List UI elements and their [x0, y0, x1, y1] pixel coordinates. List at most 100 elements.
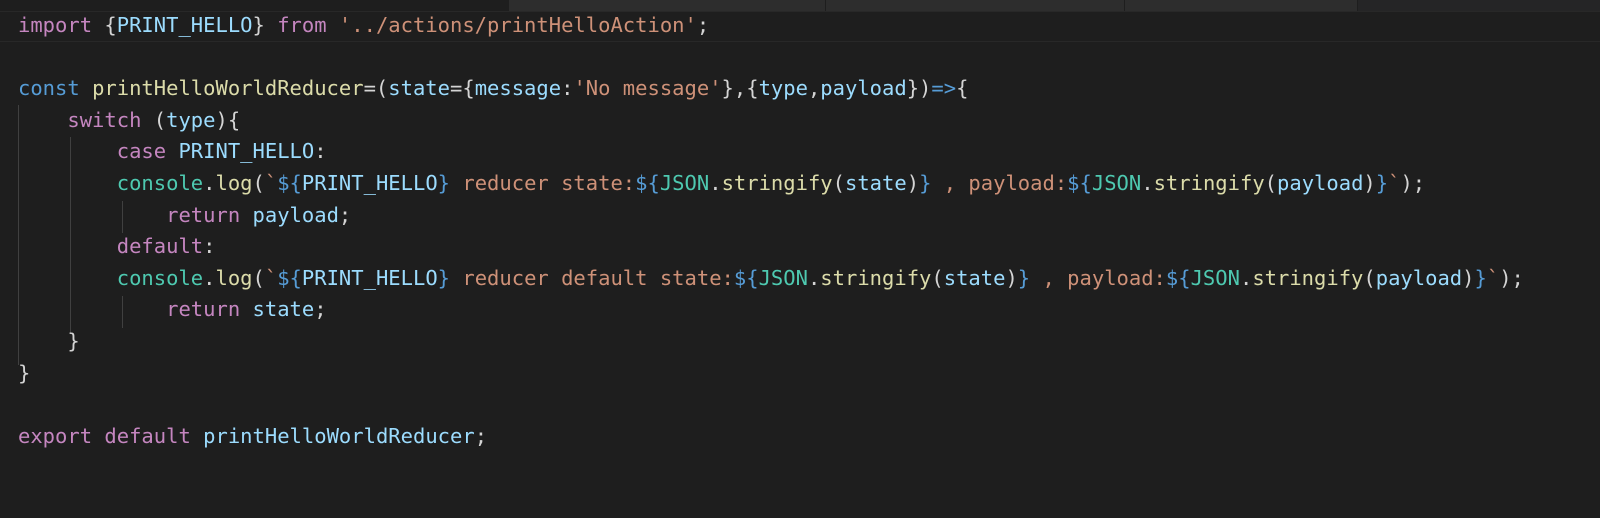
- code-line[interactable]: export default printHelloWorldReducer;: [18, 421, 1524, 453]
- code-token: stringify: [1252, 265, 1364, 290]
- code-token: state: [845, 170, 907, 195]
- code-token: '../actions/printHelloAction': [338, 13, 697, 37]
- code-token: ={: [450, 76, 475, 101]
- code-line[interactable]: import {PRINT_HELLO} from '../actions/pr…: [18, 10, 1524, 42]
- code-token: :: [561, 76, 574, 101]
- code-line[interactable]: default:: [18, 231, 1524, 263]
- code-token: {: [956, 76, 969, 101]
- code-token: .: [1239, 265, 1253, 290]
- code-token: }: [18, 328, 80, 353]
- code-token: default: [104, 423, 191, 448]
- code-token: type: [758, 76, 808, 101]
- code-token: (: [252, 170, 265, 195]
- code-token: );: [1499, 265, 1524, 290]
- code-token: }: [437, 265, 451, 290]
- code-token: ): [1005, 265, 1018, 290]
- code-token: ): [1363, 170, 1376, 195]
- code-token: {: [92, 13, 117, 37]
- code-token: =(: [363, 76, 389, 101]
- code-token: `: [264, 265, 278, 290]
- code-token: (: [931, 265, 944, 290]
- code-token: :: [203, 234, 216, 259]
- code-token: switch: [67, 107, 142, 132]
- code-token: state: [388, 76, 450, 101]
- code-token: state: [943, 265, 1006, 290]
- code-token: ${: [1165, 265, 1191, 290]
- code-token: }: [1474, 265, 1487, 290]
- code-token: ,: [807, 76, 821, 101]
- code-token: );: [1400, 170, 1426, 195]
- code-token: (: [141, 107, 167, 132]
- code-token: ): [906, 170, 920, 195]
- code-token: ${: [1067, 170, 1092, 195]
- code-token: payload: [1277, 170, 1364, 195]
- code-token: reducer default state:: [450, 265, 734, 290]
- code-token: }: [252, 13, 278, 37]
- code-token: payload: [252, 202, 339, 227]
- code-token: `: [1486, 265, 1500, 290]
- code-token: ): [1462, 265, 1475, 290]
- code-token: message: [474, 76, 562, 101]
- code-line[interactable]: }: [18, 326, 1524, 358]
- code-token: ;: [474, 423, 488, 448]
- code-token: }: [919, 170, 932, 195]
- code-line[interactable]: [18, 42, 1524, 74]
- code-token: =>: [931, 76, 957, 101]
- code-token: log: [215, 265, 253, 290]
- code-token: ;: [338, 202, 352, 227]
- code-token: ${: [635, 170, 660, 195]
- code-line[interactable]: case PRINT_HELLO:: [18, 136, 1524, 168]
- code-token: .: [709, 170, 722, 195]
- code-token: JSON: [758, 265, 808, 290]
- code-token: PRINT_HELLO: [301, 265, 438, 290]
- code-token: console: [116, 265, 204, 290]
- code-token: reducer state:: [450, 170, 636, 195]
- code-token: printHelloWorldReducer: [92, 76, 364, 101]
- code-token: `: [1388, 170, 1401, 195]
- code-line[interactable]: console. log ( ` ${ PRINT_HELLO} reducer defa…: [18, 263, 1524, 295]
- code-token: , payload:: [1030, 265, 1166, 290]
- code-editor[interactable]: import {PRINT_HELLO} from '../actions/pr…: [0, 0, 1600, 518]
- code-token: JSON: [659, 170, 710, 195]
- code-line[interactable]: const printHelloWorldReducer=(state={mes…: [18, 73, 1524, 105]
- code-line[interactable]: }: [18, 358, 1524, 390]
- code-token: stringify: [820, 265, 932, 290]
- code-token: ){: [215, 107, 241, 132]
- code-token: `: [264, 170, 278, 195]
- code-token: JSON: [1091, 170, 1142, 195]
- code-token: import: [18, 13, 93, 37]
- code-content[interactable]: import {PRINT_HELLO} from '../actions/pr…: [18, 10, 1524, 452]
- code-token: .: [203, 170, 216, 195]
- code-token: :: [314, 139, 327, 164]
- code-token: printHelloWorldReducer: [203, 423, 475, 448]
- code-line[interactable]: return payload;: [18, 200, 1524, 232]
- code-token: stringify: [721, 170, 833, 195]
- code-token: .: [807, 265, 821, 290]
- code-line[interactable]: switch (type){: [18, 105, 1524, 137]
- code-line[interactable]: console.log(`${PRINT_HELLO} reducer stat…: [18, 168, 1524, 200]
- code-token: from: [277, 13, 327, 37]
- code-token: default: [116, 234, 204, 259]
- code-token: case: [116, 139, 167, 164]
- code-token: return: [166, 202, 241, 227]
- code-token: payload: [820, 76, 907, 101]
- code-line[interactable]: return state;: [18, 294, 1524, 326]
- code-token: (: [1264, 170, 1278, 195]
- code-token: }): [906, 76, 932, 101]
- code-token: PRINT_HELLO: [116, 13, 253, 37]
- code-line[interactable]: [18, 389, 1524, 421]
- code-token: }: [1017, 265, 1031, 290]
- code-token: .: [1141, 170, 1154, 195]
- code-token: ${: [733, 265, 759, 290]
